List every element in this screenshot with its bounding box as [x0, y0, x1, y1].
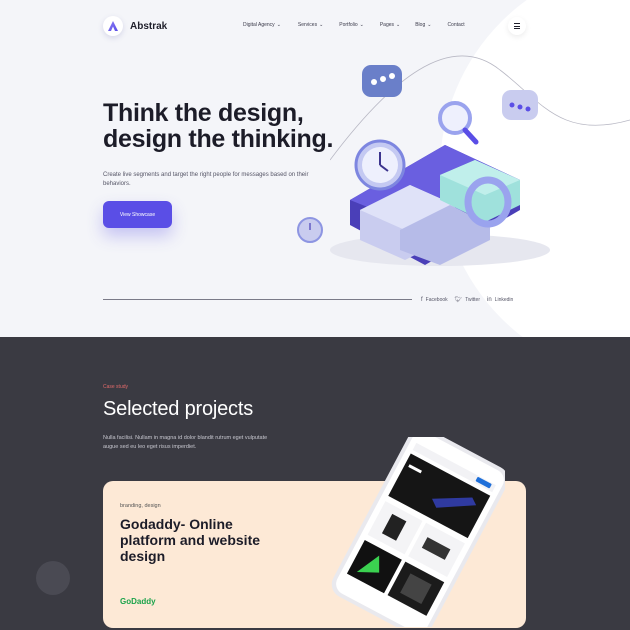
section-description: Nulla facilisi. Nullam in magna id dolor…: [103, 435, 268, 450]
chevron-down-icon: ⌄: [359, 22, 364, 28]
main-menu: Digital Agency ⌄ Services ⌄ Portfolio ⌄ …: [243, 22, 465, 28]
hero-illustration: [297, 65, 550, 266]
linkedin-icon: in: [487, 296, 492, 303]
decorative-circle: [36, 561, 70, 595]
view-showcase-button[interactable]: View Showcase: [103, 201, 172, 228]
social-label: Facebook: [425, 296, 448, 303]
social-link-twitter[interactable]: 🐦︎ Twitter: [454, 296, 480, 304]
chevron-down-icon: ⌄: [319, 22, 324, 28]
nav-item-label: Pages: [379, 22, 395, 28]
chevron-down-icon: ⌄: [427, 22, 432, 28]
phone-mockup-image: [331, 437, 505, 627]
nav-item-blog[interactable]: Blog ⌄: [415, 22, 431, 28]
navbar: Abstrak Digital Agency ⌄ Services ⌄ Port…: [0, 0, 630, 54]
hero-divider-line: [103, 299, 412, 300]
nav-item-label: Services: [297, 22, 318, 28]
logo[interactable]: Abstrak: [103, 16, 167, 36]
social-link-facebook[interactable]: f Facebook: [421, 296, 448, 303]
facebook-icon: f: [421, 296, 423, 303]
chevron-down-icon: ⌄: [396, 22, 401, 28]
nav-item-pages[interactable]: Pages ⌄: [380, 22, 400, 28]
nav-item-portfolio[interactable]: Portfolio ⌄: [339, 22, 364, 28]
hamburger-icon[interactable]: [508, 17, 526, 35]
social-label: Twitter: [465, 296, 480, 303]
hero-section: Abstrak Digital Agency ⌄ Services ⌄ Port…: [0, 0, 630, 337]
project-title: Godaddy- Online platform and website des…: [120, 516, 261, 564]
twitter-icon: 🐦︎: [454, 297, 463, 303]
project-tags: branding, design: [120, 503, 161, 509]
chevron-down-icon: ⌄: [276, 22, 281, 28]
logo-icon: [103, 16, 123, 36]
nav-item-contact[interactable]: Contact: [447, 22, 464, 28]
nav-item-services[interactable]: Services ⌄: [298, 22, 323, 28]
section-eyebrow: Case study: [103, 384, 129, 390]
social-label: Linkedin: [494, 296, 514, 303]
brand-name: Abstrak: [130, 20, 168, 32]
nav-item-label: Digital Agency: [243, 22, 275, 28]
hero-subtitle: Create live segments and target the righ…: [103, 172, 309, 187]
nav-item-label: Portfolio: [339, 22, 358, 28]
nav-item-digital-agency[interactable]: Digital Agency ⌄: [243, 22, 281, 28]
section-title: Selected projects: [103, 398, 254, 420]
nav-item-label: Blog: [415, 22, 426, 28]
social-link-linkedin[interactable]: in Linkedin: [487, 296, 513, 303]
nav-item-label: Contact: [447, 22, 465, 28]
project-brand-logo: GoDaddy: [120, 597, 156, 606]
social-links: f Facebook 🐦︎ Twitter in Linkedin: [421, 296, 513, 304]
